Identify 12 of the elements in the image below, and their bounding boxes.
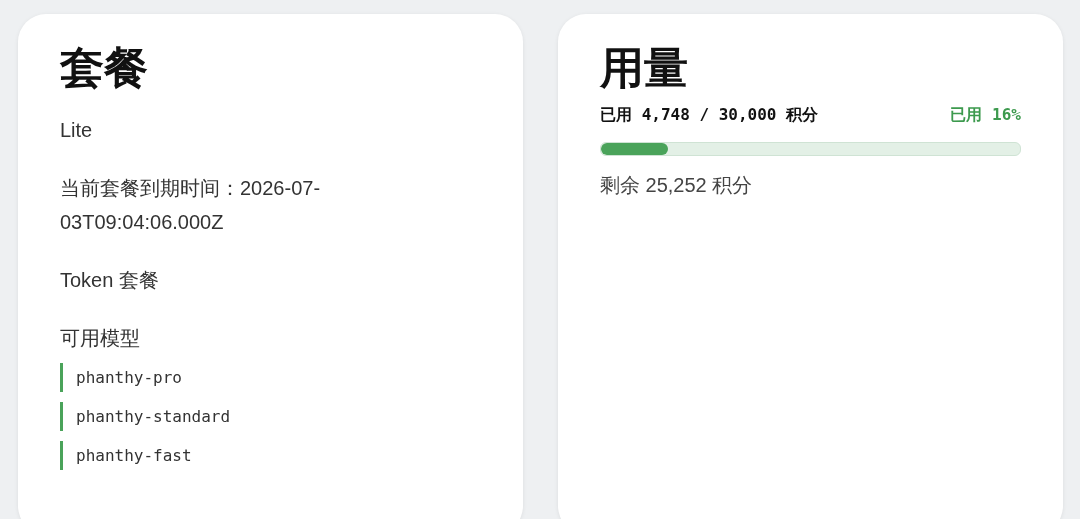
plan-type: Token 套餐 [60, 267, 160, 293]
plan-name: Lite [60, 117, 94, 143]
models-label: 可用模型 [60, 325, 141, 351]
model-item: phanthy-fast [60, 440, 481, 470]
card-title: 套餐 [60, 42, 149, 95]
remaining-text: 剩余 25,252 积分 [600, 172, 754, 198]
model-item: phanthy-pro [60, 362, 481, 392]
expiry-text: 当前套餐到期时间：2026-07-03T09:04:06.000Z [60, 175, 322, 235]
card-title: 用量 [600, 42, 689, 95]
usage-text: 已用 4,748 / 30,000 积分 [600, 104, 819, 126]
model-item: phanthy-standard [60, 401, 481, 431]
usage-percent: 已用 16% [950, 104, 1021, 126]
